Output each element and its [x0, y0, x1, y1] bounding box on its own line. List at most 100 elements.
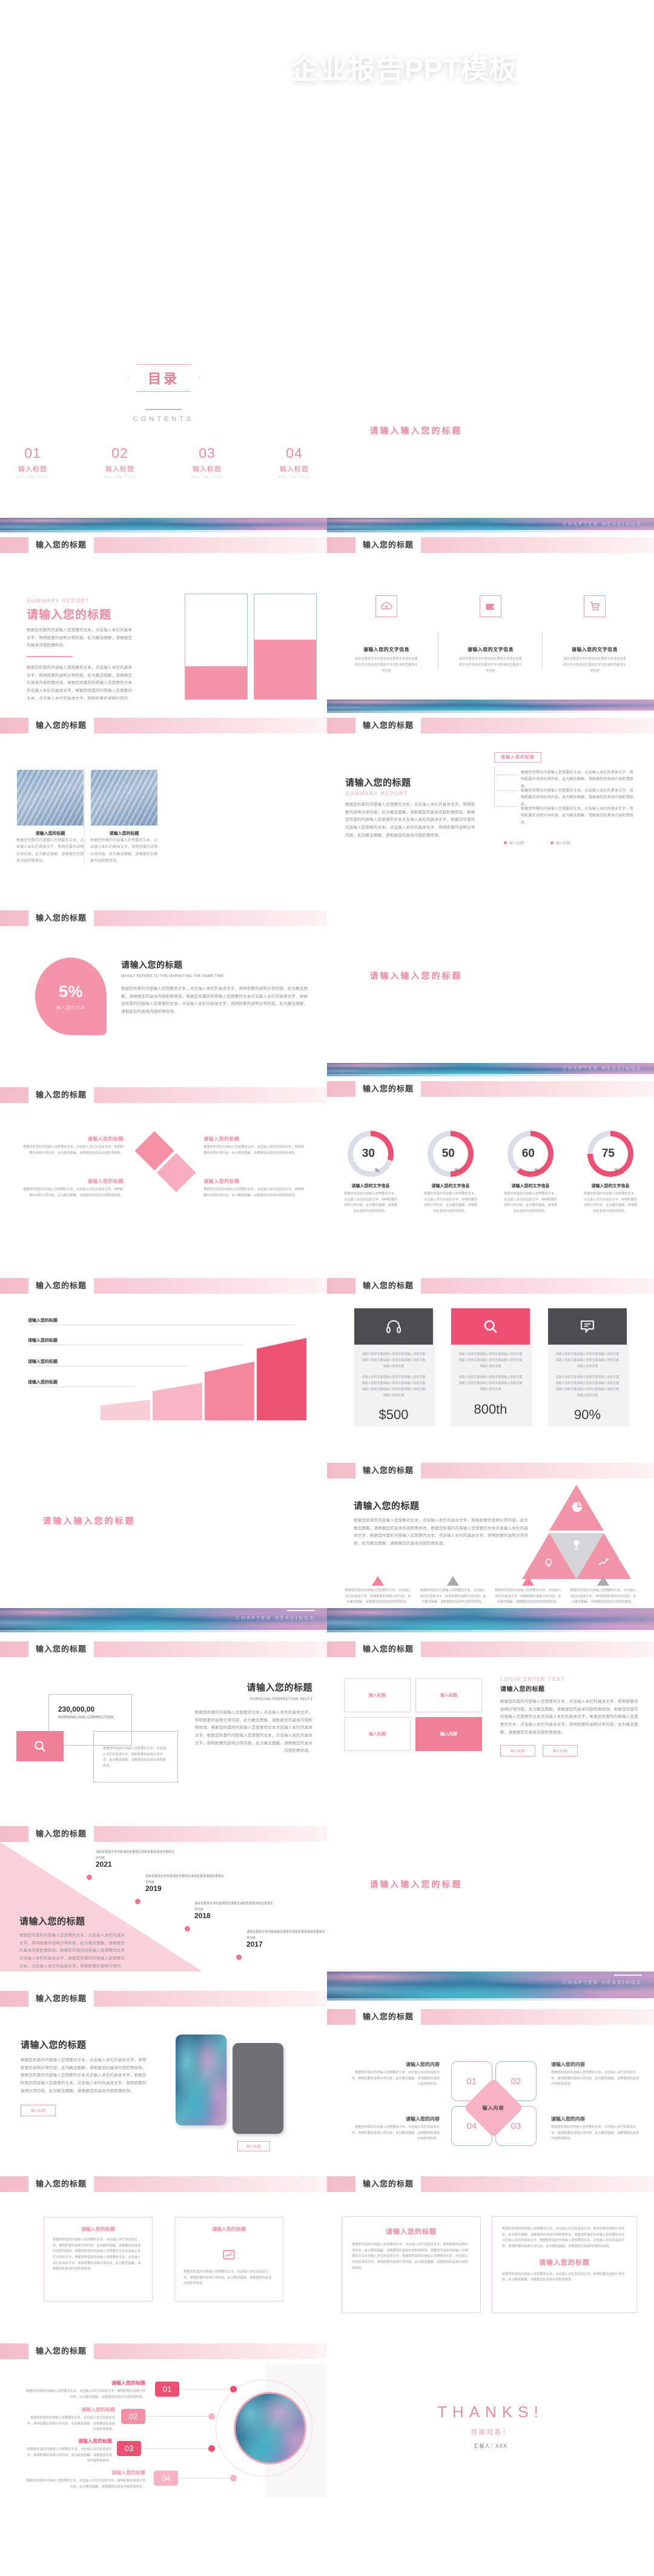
slide-grid-four[interactable]: 输入您的标题 输入标题 输入标题 输入标题 输入内容 LOGIN ENTER T…: [327, 1608, 654, 1790]
grid-box[interactable]: 输入标题: [344, 1717, 411, 1751]
slide-quadrant[interactable]: CHAPTER HEADINGS 输入您的标题 01 02 03 04 输入内容…: [327, 1972, 654, 2153]
icon-feature-text: 请双击更改文字内容请双击更改文字请双击更改文字内容请双击更改文字内容请双击更改文…: [355, 657, 418, 674]
toc-item[interactable]: 02 输入标题 ADD THE TITLE: [95, 445, 145, 479]
slide-percent-highlight[interactable]: 输入您的标题 5% 输入您的文字 请输入您的标题 MAINLY REFERS T…: [0, 881, 327, 1063]
pyramid-legend-item[interactable]: 根据您所需的内容输入您想要的文本，点击输入本栏的具体文字，简明扼要的说明分项内容…: [345, 1576, 411, 1606]
content-box[interactable]: 请输入您的标题 根据您所需的内容输入您想要的文本，点击输入本栏的具体文字，简明扼…: [44, 2217, 153, 2302]
icon-feature-text: 请双击更改文字内容请双击更改文字请双击更改文字内容请双击更改文字内容请双击更改文…: [563, 657, 626, 674]
price-card[interactable]: 请输入您的文案请输入您的文案请输入您的文案请输入您的文案请输入您的文案请输入您的…: [354, 1308, 433, 1426]
ring-unit: %: [455, 1168, 460, 1173]
pyramid-legend-item[interactable]: 根据您所需的内容输入您想要的文本，点击输入本栏的具体文字，简明扼要的说明分项内容…: [420, 1576, 486, 1606]
slide-summary-report[interactable]: 输入您的标题 SUMMARY REPORT 请输入您的标题 根据您所需的内容输入…: [0, 518, 327, 700]
quadrant-label: 请输入您的内容 根据您所需的内容输入您想要的文本，点击输入本栏的具体文字，简明扼…: [551, 2061, 642, 2088]
circle-list-number[interactable]: 01: [155, 2382, 179, 2397]
toc-item[interactable]: 04 输入标题 ADD THE TITLE: [269, 445, 319, 479]
pie-chart-icon: [572, 1501, 583, 1512]
divider-title-tag: 请输入输入您的标题: [344, 418, 488, 443]
slide-two-images[interactable]: 输入您的标题 请输入您的标题 请输入您的标题 根据您所需的内容输入您想要的文本，…: [0, 700, 327, 881]
slide-toc[interactable]: 目录 CONTENTS 01 输入标题 ADD THE TITLE 02 输入标…: [0, 336, 327, 518]
content-box-text: 根据您所需的内容输入您想要的文本，点击输入本栏的具体文字，简明扼要的说明分项内容…: [53, 2238, 141, 2271]
split-right-card[interactable]: 根据您所需的内容输入您想要的文本，点击输入本栏的具体文字，简明扼要的说明分项内容…: [492, 2216, 637, 2313]
price-card[interactable]: 请输入您的文案请输入您的文案请输入您的文案请输入您的文案请输入您的文案请输入您的…: [451, 1308, 530, 1426]
square-item[interactable]: 请输入您的标题 根据您所需的内容输入您想要的文本，点击输入本栏的具体文字，简明扼…: [21, 1178, 124, 1199]
price-card[interactable]: 请输入您的文案请输入您的文案请输入您的文案请输入您的文案请输入您的文案请输入您的…: [548, 1308, 627, 1426]
price-card-text: 请输入您的文案请输入您的文案请输入您的文案请输入您的文案请输入您的文案请输入您的…: [458, 1376, 523, 1391]
ring-gauge[interactable]: 50% 请输入您的文字信息 根据您所需的内容输入您想要的文本，点击输入本栏的具体…: [417, 1131, 484, 1215]
slide-divider-01[interactable]: 01 请输入输入您的标题 BUSINESS PLAN: [327, 336, 654, 518]
slide-three-icons[interactable]: CHAPTER HEADINGS 输入您的标题 请输入您的文字信息 请双击更改文…: [327, 518, 654, 700]
grid-button[interactable]: 输入标题: [543, 1745, 578, 1757]
grid-box-active[interactable]: 输入内容: [415, 1717, 482, 1751]
ring-gauge[interactable]: 60% 请输入您的文字信息 根据您所需的内容输入您想要的文本，点击输入本栏的具体…: [497, 1131, 564, 1215]
legend-item[interactable]: 输入标题: [504, 840, 524, 846]
cover-deco-bar-3: [27, 311, 200, 318]
square-item[interactable]: 请输入您的标题 根据您所需的内容输入您想要的文本，点击输入本栏的具体文字，简明扼…: [203, 1136, 306, 1156]
ring-gauge[interactable]: 30% 请输入您的文字信息 根据您所需的内容输入您想要的文本，点击输入本栏的具体…: [337, 1131, 404, 1215]
summary-text-column: SUMMARY REPORT 请输入您的标题 根据您所需的内容输入您想要的文本，…: [27, 598, 133, 700]
tree-root-node[interactable]: 请输入您的标题: [494, 750, 541, 763]
square-item-title: 请输入您的标题: [203, 1179, 240, 1184]
divider-footer: BUSINESS PLAN: [596, 500, 641, 508]
slide-title-bar: 输入您的标题: [0, 910, 327, 926]
timeline-node[interactable]: [87, 1875, 92, 1880]
split-heading: 请输入您的标题: [386, 2228, 437, 2236]
phone-mockup-grey: [233, 2043, 283, 2134]
circle-list-number[interactable]: 02: [121, 2409, 145, 2424]
split-left-card[interactable]: 请输入您的标题 根据您所需的内容输入您想要的文本，点击输入本栏的具体文字，简明扼…: [342, 2216, 481, 2313]
icon-feature-title: 请输入您的文字信息: [467, 647, 514, 652]
toc-item[interactable]: 03 输入标题 ADD THE TITLE: [182, 445, 232, 479]
square-item[interactable]: 请输入您的标题 根据您所需的内容输入您想要的文本，点击输入本栏的具体文字，简明扼…: [203, 1178, 306, 1199]
phone-caption-button[interactable]: 输入标题: [237, 2141, 271, 2151]
grid-button[interactable]: 输入标题: [500, 1745, 536, 1757]
slide-phone-mockup[interactable]: 输入您的标题 请输入您的标题 根据您所需的内容输入您想要的文本，点击输入本栏的具…: [0, 1972, 327, 2153]
split-text: 根据您所需的内容输入您想要的文本，点击输入本栏的具体文字，简明扼要的说明分项内容…: [352, 2243, 468, 2270]
grid-box[interactable]: 输入标题: [344, 1678, 411, 1712]
slide-cover[interactable]: LOGO BUSINESS PLAN 企业报告PPT模板 演讲人：XXX 时间：…: [0, 0, 654, 336]
funnel-bar: [257, 1338, 306, 1420]
timeline-node[interactable]: [135, 1899, 140, 1904]
icon-feature[interactable]: 请输入您的文字信息 请双击更改文字内容请双击更改文字请双击更改文字内容请双击更改…: [558, 595, 631, 674]
ring-gauge-row: 30% 请输入您的文字信息 根据您所需的内容输入您想要的文本，点击输入本栏的具体…: [327, 1131, 654, 1215]
content-box[interactable]: 请输入您的标题 根据您所需的内容输入您想要的文本，点击输入本栏的具体文字，简明扼…: [174, 2217, 283, 2302]
slide-thanks[interactable]: THANKS! 感谢观看！ 汇报人：XXX: [327, 2335, 654, 2517]
percent-teardrop: 5% 输入您的文字: [35, 958, 107, 1035]
slide-ring-gauges[interactable]: CHAPTER HEADINGS 输入您的标题 30% 请输入您的文字信息 根据…: [327, 1063, 654, 1245]
shopping-cart-icon: [584, 595, 606, 617]
circle-list-title: 请输入您的标题: [111, 2470, 145, 2475]
slide-big-number[interactable]: CHAPTER HEADINGS 输入您的标题 230,000,00 WARNI…: [0, 1608, 327, 1790]
phone-button[interactable]: 输入标题: [21, 2105, 56, 2117]
circle-list-number[interactable]: 03: [117, 2441, 141, 2456]
icon-feature[interactable]: 请输入您的文字信息 请双击更改文字内容请双击更改文字请双击更改文字内容请双击更改…: [350, 595, 438, 674]
price-card-text: 请输入您的文案请输入您的文案请输入您的文案请输入您的文案请输入您的文案请输入您的…: [555, 1376, 619, 1397]
timeline-node[interactable]: [185, 1926, 190, 1932]
slide-split-content[interactable]: 输入您的标题 请输入您的标题 根据您所需的内容输入您想要的文本，点击输入本栏的具…: [327, 2153, 654, 2335]
grid-box[interactable]: 输入标题: [415, 1678, 482, 1712]
slide-divider-02[interactable]: 02 请输入输入您的标题 BUSINESS PLAN: [327, 881, 654, 1063]
slide-price-cards[interactable]: 输入您的标题 请输入您的文案请输入您的文案请输入您的文案请输入您的文案请输入您的…: [327, 1245, 654, 1426]
big-number-label: WARNING AND CORRECTION: [58, 1716, 114, 1720]
square-item[interactable]: 请输入您的标题 根据您所需的内容输入您想要的文本，点击输入本栏的具体文字，简明扼…: [21, 1136, 124, 1156]
slide-two-boxes[interactable]: 输入您的标题 请输入您的标题 根据您所需的内容输入您想要的文本，点击输入本栏的具…: [0, 2153, 327, 2335]
header-band: [327, 700, 654, 713]
slide-pyramid[interactable]: 输入您的标题 请输入您的标题 根据您所需的内容输入您想要的文本，点击输入本栏的具…: [327, 1426, 654, 1608]
icon-feature[interactable]: 请输入您的文字信息 请双击更改文字内容请双击更改文字请双击更改文字内容请双击更改…: [454, 595, 543, 674]
slide-funnel-chart[interactable]: 输入您的标题 请输入您的标题 请输入您的标题 请输入您的标题 请输入您的标题: [0, 1245, 327, 1426]
legend-item[interactable]: 输入标题: [550, 840, 570, 846]
quadrant-label-title: 请输入您的内容: [406, 2116, 440, 2122]
ring-gauge[interactable]: 75% 请输入您的文字信息 根据您所需的内容输入您想要的文本，点击输入本栏的具体…: [577, 1131, 644, 1215]
slide-circle-list[interactable]: 输入您的标题 01 请输入您的标题 根据您所需的内容输入您想要的文本，点击输入本…: [0, 2335, 327, 2517]
grid-heading-en: LOGIN ENTER TEXT: [500, 1676, 566, 1682]
slide-divider-03[interactable]: 03 请输入输入您的标题 BUSINESS PLAN: [0, 1426, 327, 1608]
toc-item[interactable]: 01 输入标题 ADD THE TITLE: [8, 445, 58, 479]
funnel-label: 请输入您的标题: [28, 1339, 58, 1343]
pyramid-legend-item[interactable]: 根据您所需的内容输入您想要的文本，点击输入本栏的具体文字，简明扼要的说明分项内容…: [570, 1576, 636, 1606]
circle-list-number[interactable]: 04: [154, 2471, 178, 2486]
timeline-node[interactable]: [236, 1955, 242, 1960]
slide-tree-diagram[interactable]: 输入您的标题 请输入您的标题 根据您所需的内容输入您想要的文本，点击输入本栏的具…: [327, 700, 654, 881]
slide-divider-04[interactable]: 04 请输入输入您的标题 BUSINESS PLAN: [327, 1790, 654, 1972]
slide-interlock-squares[interactable]: 输入您的标题 请输入您的标题 根据您所需的内容输入您想要的文本，点击输入本栏的具…: [0, 1063, 327, 1245]
slide-timeline[interactable]: 输入您的标题 2021 请双击更改文字内容请双击更改文请双击更改请双击更改文字内…: [0, 1790, 327, 1972]
pyramid-legend-item[interactable]: 根据您所需的内容输入您想要的文本，点击输入本栏的具体文字，简明扼要的说明分项内容…: [495, 1576, 561, 1606]
timeline-heading: 请输入您的标题: [19, 1916, 85, 1927]
quadrant-label-title: 请输入您的内容: [551, 2062, 585, 2067]
